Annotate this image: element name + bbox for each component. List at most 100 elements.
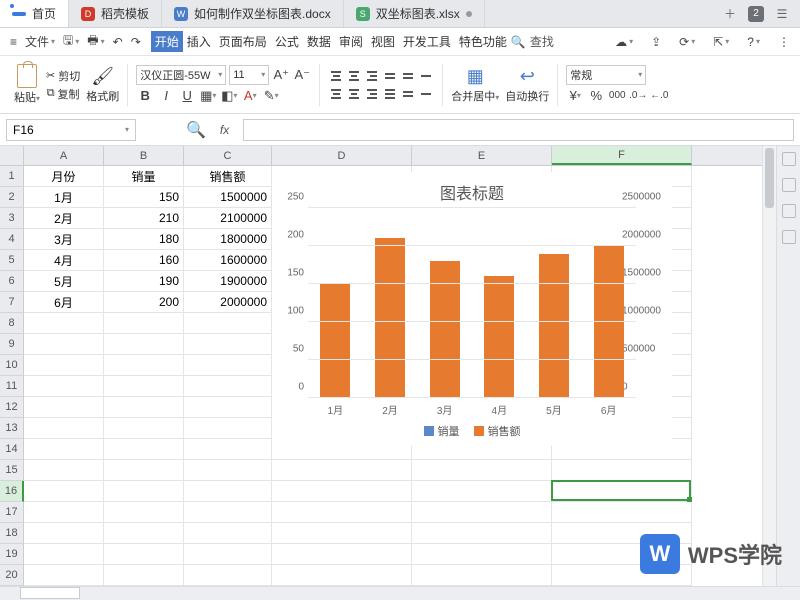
panel-icon-1[interactable] — [782, 152, 796, 166]
cell-F17[interactable] — [552, 502, 692, 523]
cell-C3[interactable]: 2100000 — [184, 208, 272, 229]
ribbon-tab-2[interactable]: 页面布局 — [215, 31, 271, 52]
row-header-15[interactable]: 15 — [0, 460, 24, 481]
align-right[interactable] — [364, 86, 380, 102]
cell-C19[interactable] — [184, 544, 272, 565]
embedded-chart[interactable]: 图表标题 050100150200250 0500000100000015000… — [272, 172, 672, 446]
copy-button[interactable]: ⧉复制 — [47, 86, 80, 102]
currency-button[interactable]: ¥▾ — [566, 87, 584, 105]
font-color-button[interactable]: A▾ — [241, 87, 259, 105]
row-header-16[interactable]: 16 — [0, 481, 24, 502]
cell-B5[interactable]: 160 — [104, 250, 184, 271]
format-painter-button[interactable]: 🖌 格式刷 — [86, 66, 119, 104]
cell-C5[interactable]: 1600000 — [184, 250, 272, 271]
increase-font-button[interactable]: A⁺ — [272, 66, 290, 84]
decrease-decimal[interactable]: ←.0 — [650, 87, 668, 105]
indent-increase[interactable] — [400, 68, 416, 84]
cell-C18[interactable] — [184, 523, 272, 544]
cell-E19[interactable] — [412, 544, 552, 565]
cell-A16[interactable] — [24, 481, 104, 502]
app-menu-icon[interactable]: ≡ — [6, 35, 21, 49]
share-icon[interactable]: ⇪ — [647, 35, 665, 49]
cell-F15[interactable] — [552, 460, 692, 481]
cell-C1[interactable]: 销售额 — [184, 166, 272, 187]
decrease-font-button[interactable]: A⁻ — [293, 66, 311, 84]
row-header-2[interactable]: 2 — [0, 187, 24, 208]
cell-C9[interactable] — [184, 334, 272, 355]
select-all-corner[interactable] — [0, 146, 24, 165]
ribbon-tab-8[interactable]: 特色功能 — [455, 31, 511, 52]
italic-button[interactable]: I — [157, 87, 175, 105]
cell-B7[interactable]: 200 — [104, 292, 184, 313]
cell-B2[interactable]: 150 — [104, 187, 184, 208]
save-icon[interactable]: 🖫▾ — [59, 31, 83, 52]
cell-C7[interactable]: 2000000 — [184, 292, 272, 313]
cloud-icon[interactable]: ☁▾ — [611, 35, 637, 49]
cell-B8[interactable] — [104, 313, 184, 334]
ribbon-tab-6[interactable]: 视图 — [367, 31, 399, 52]
row-header-1[interactable]: 1 — [0, 166, 24, 187]
more-icon[interactable]: ⋮ — [774, 35, 794, 49]
cell-B15[interactable] — [104, 460, 184, 481]
row-header-8[interactable]: 8 — [0, 313, 24, 334]
cell-A5[interactable]: 4月 — [24, 250, 104, 271]
cell-A11[interactable] — [24, 376, 104, 397]
cell-B9[interactable] — [104, 334, 184, 355]
help-icon[interactable]: ?▾ — [743, 35, 764, 49]
row-header-10[interactable]: 10 — [0, 355, 24, 376]
row-header-3[interactable]: 3 — [0, 208, 24, 229]
cell-A15[interactable] — [24, 460, 104, 481]
cell-B12[interactable] — [104, 397, 184, 418]
cell-A6[interactable]: 5月 — [24, 271, 104, 292]
cell-C4[interactable]: 1800000 — [184, 229, 272, 250]
redo-icon[interactable]: ↷ — [127, 35, 145, 49]
cell-A12[interactable] — [24, 397, 104, 418]
cell-B1[interactable]: 销量 — [104, 166, 184, 187]
font-size-select[interactable]: 11▾ — [229, 65, 269, 85]
distribute[interactable] — [400, 86, 416, 102]
cell-B16[interactable] — [104, 481, 184, 502]
tab-xlsx[interactable]: S 双坐标图表.xlsx — [344, 0, 485, 27]
cell-A17[interactable] — [24, 502, 104, 523]
col-header-D[interactable]: D — [272, 146, 412, 165]
cell-A19[interactable] — [24, 544, 104, 565]
cell-A1[interactable]: 月份 — [24, 166, 104, 187]
cut-button[interactable]: ✂剪切 — [46, 68, 80, 84]
ribbon-tab-1[interactable]: 插入 — [183, 31, 215, 52]
cell-D18[interactable] — [272, 523, 412, 544]
cell-B20[interactable] — [104, 565, 184, 586]
row-header-13[interactable]: 13 — [0, 418, 24, 439]
row-header-12[interactable]: 12 — [0, 397, 24, 418]
cell-D17[interactable] — [272, 502, 412, 523]
ribbon-tab-0[interactable]: 开始 — [151, 31, 183, 52]
cell-C17[interactable] — [184, 502, 272, 523]
cell-D16[interactable] — [272, 481, 412, 502]
paste-button[interactable]: 粘贴▾ — [14, 64, 40, 105]
justify[interactable] — [382, 86, 398, 102]
cell-E15[interactable] — [412, 460, 552, 481]
cell-C14[interactable] — [184, 439, 272, 460]
cell-B19[interactable] — [104, 544, 184, 565]
panel-icon-4[interactable] — [782, 230, 796, 244]
align-top-right[interactable] — [364, 68, 380, 84]
panel-icon-2[interactable] — [782, 178, 796, 192]
cell-C8[interactable] — [184, 313, 272, 334]
cell-E16[interactable] — [412, 481, 552, 502]
cell-C12[interactable] — [184, 397, 272, 418]
cell-B4[interactable]: 180 — [104, 229, 184, 250]
cell-A14[interactable] — [24, 439, 104, 460]
vertical-scrollbar[interactable] — [762, 146, 776, 600]
cell-E20[interactable] — [412, 565, 552, 586]
collapse-icon[interactable]: ⇱▾ — [709, 35, 733, 49]
row-header-14[interactable]: 14 — [0, 439, 24, 460]
cell-A18[interactable] — [24, 523, 104, 544]
cell-E17[interactable] — [412, 502, 552, 523]
cell-B3[interactable]: 210 — [104, 208, 184, 229]
comma-button[interactable]: 000 — [608, 87, 626, 105]
cell-A3[interactable]: 2月 — [24, 208, 104, 229]
bold-button[interactable]: B — [136, 87, 154, 105]
align-center[interactable] — [346, 86, 362, 102]
cell-B11[interactable] — [104, 376, 184, 397]
col-header-B[interactable]: B — [104, 146, 184, 165]
undo-icon[interactable]: ↶ — [109, 35, 127, 49]
